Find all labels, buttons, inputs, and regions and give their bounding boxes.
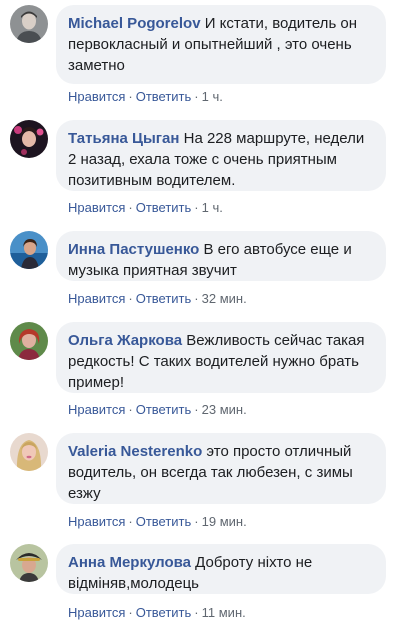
comment-bubble: Анна Меркулова Доброту ніхто не відміняв… [56, 544, 386, 594]
comment-time[interactable]: 32 мин. [202, 291, 247, 306]
reply-link[interactable]: Ответить [136, 291, 192, 306]
avatar[interactable] [10, 120, 48, 158]
avatar-woman-red-icon [10, 322, 48, 360]
avatar[interactable] [10, 231, 48, 269]
comment-time[interactable]: 23 мин. [202, 402, 247, 417]
comment-author[interactable]: Michael Pogorelov [68, 15, 201, 32]
comment-actions: Нравится · Ответить · 23 мин. [68, 402, 247, 417]
like-link[interactable]: Нравится [68, 291, 125, 306]
comment-actions: Нравится · Ответить · 32 мин. [68, 291, 247, 306]
comment-time[interactable]: 1 ч. [202, 89, 223, 104]
reply-link[interactable]: Ответить [136, 514, 192, 529]
comment-author[interactable]: Анна Меркулова [68, 554, 191, 571]
reply-link[interactable]: Ответить [136, 89, 192, 104]
comment-bubble: Татьяна Цыган На 228 маршруте, недели 2 … [56, 120, 386, 191]
comment-author[interactable]: Инна Пастушенко [68, 241, 199, 258]
avatar-woman-blue-icon [10, 231, 48, 269]
avatar[interactable] [10, 433, 48, 471]
reply-link[interactable]: Ответить [136, 200, 192, 215]
like-link[interactable]: Нравится [68, 605, 125, 620]
comment-bubble: Инна Пастушенко В его автобусе еще и муз… [56, 231, 386, 281]
comment-bubble: Ольга Жаркова Вежливость сейчас такая ре… [56, 322, 386, 393]
comment-time[interactable]: 11 мин. [202, 605, 246, 620]
comment-bubble: Valeria Nesterenko это просто отличный в… [56, 433, 386, 504]
avatar-woman-hat-icon [10, 544, 48, 582]
comment-actions: Нравится · Ответить · 1 ч. [68, 89, 223, 104]
reply-link[interactable]: Ответить [136, 402, 192, 417]
comment-time[interactable]: 1 ч. [202, 200, 223, 215]
like-link[interactable]: Нравится [68, 402, 125, 417]
like-link[interactable]: Нравится [68, 200, 125, 215]
comment-author[interactable]: Татьяна Цыган [68, 130, 179, 147]
comment-actions: Нравится · Ответить · 11 мин. [68, 605, 246, 620]
comment-time[interactable]: 19 мин. [202, 514, 247, 529]
avatar-woman-dark-icon [10, 120, 48, 158]
like-link[interactable]: Нравится [68, 89, 125, 104]
avatar[interactable] [10, 5, 48, 43]
avatar-man-gray-icon [10, 5, 48, 43]
comment-author[interactable]: Valeria Nesterenko [68, 443, 202, 460]
comment-bubble: Michael Pogorelov И кстати, водитель он … [56, 5, 386, 84]
avatar-woman-blonde-icon [10, 433, 48, 471]
like-link[interactable]: Нравится [68, 514, 125, 529]
comment-author[interactable]: Ольга Жаркова [68, 332, 182, 349]
comment-actions: Нравится · Ответить · 19 мин. [68, 514, 247, 529]
avatar[interactable] [10, 322, 48, 360]
comment-actions: Нравится · Ответить · 1 ч. [68, 200, 223, 215]
reply-link[interactable]: Ответить [136, 605, 192, 620]
avatar[interactable] [10, 544, 48, 582]
